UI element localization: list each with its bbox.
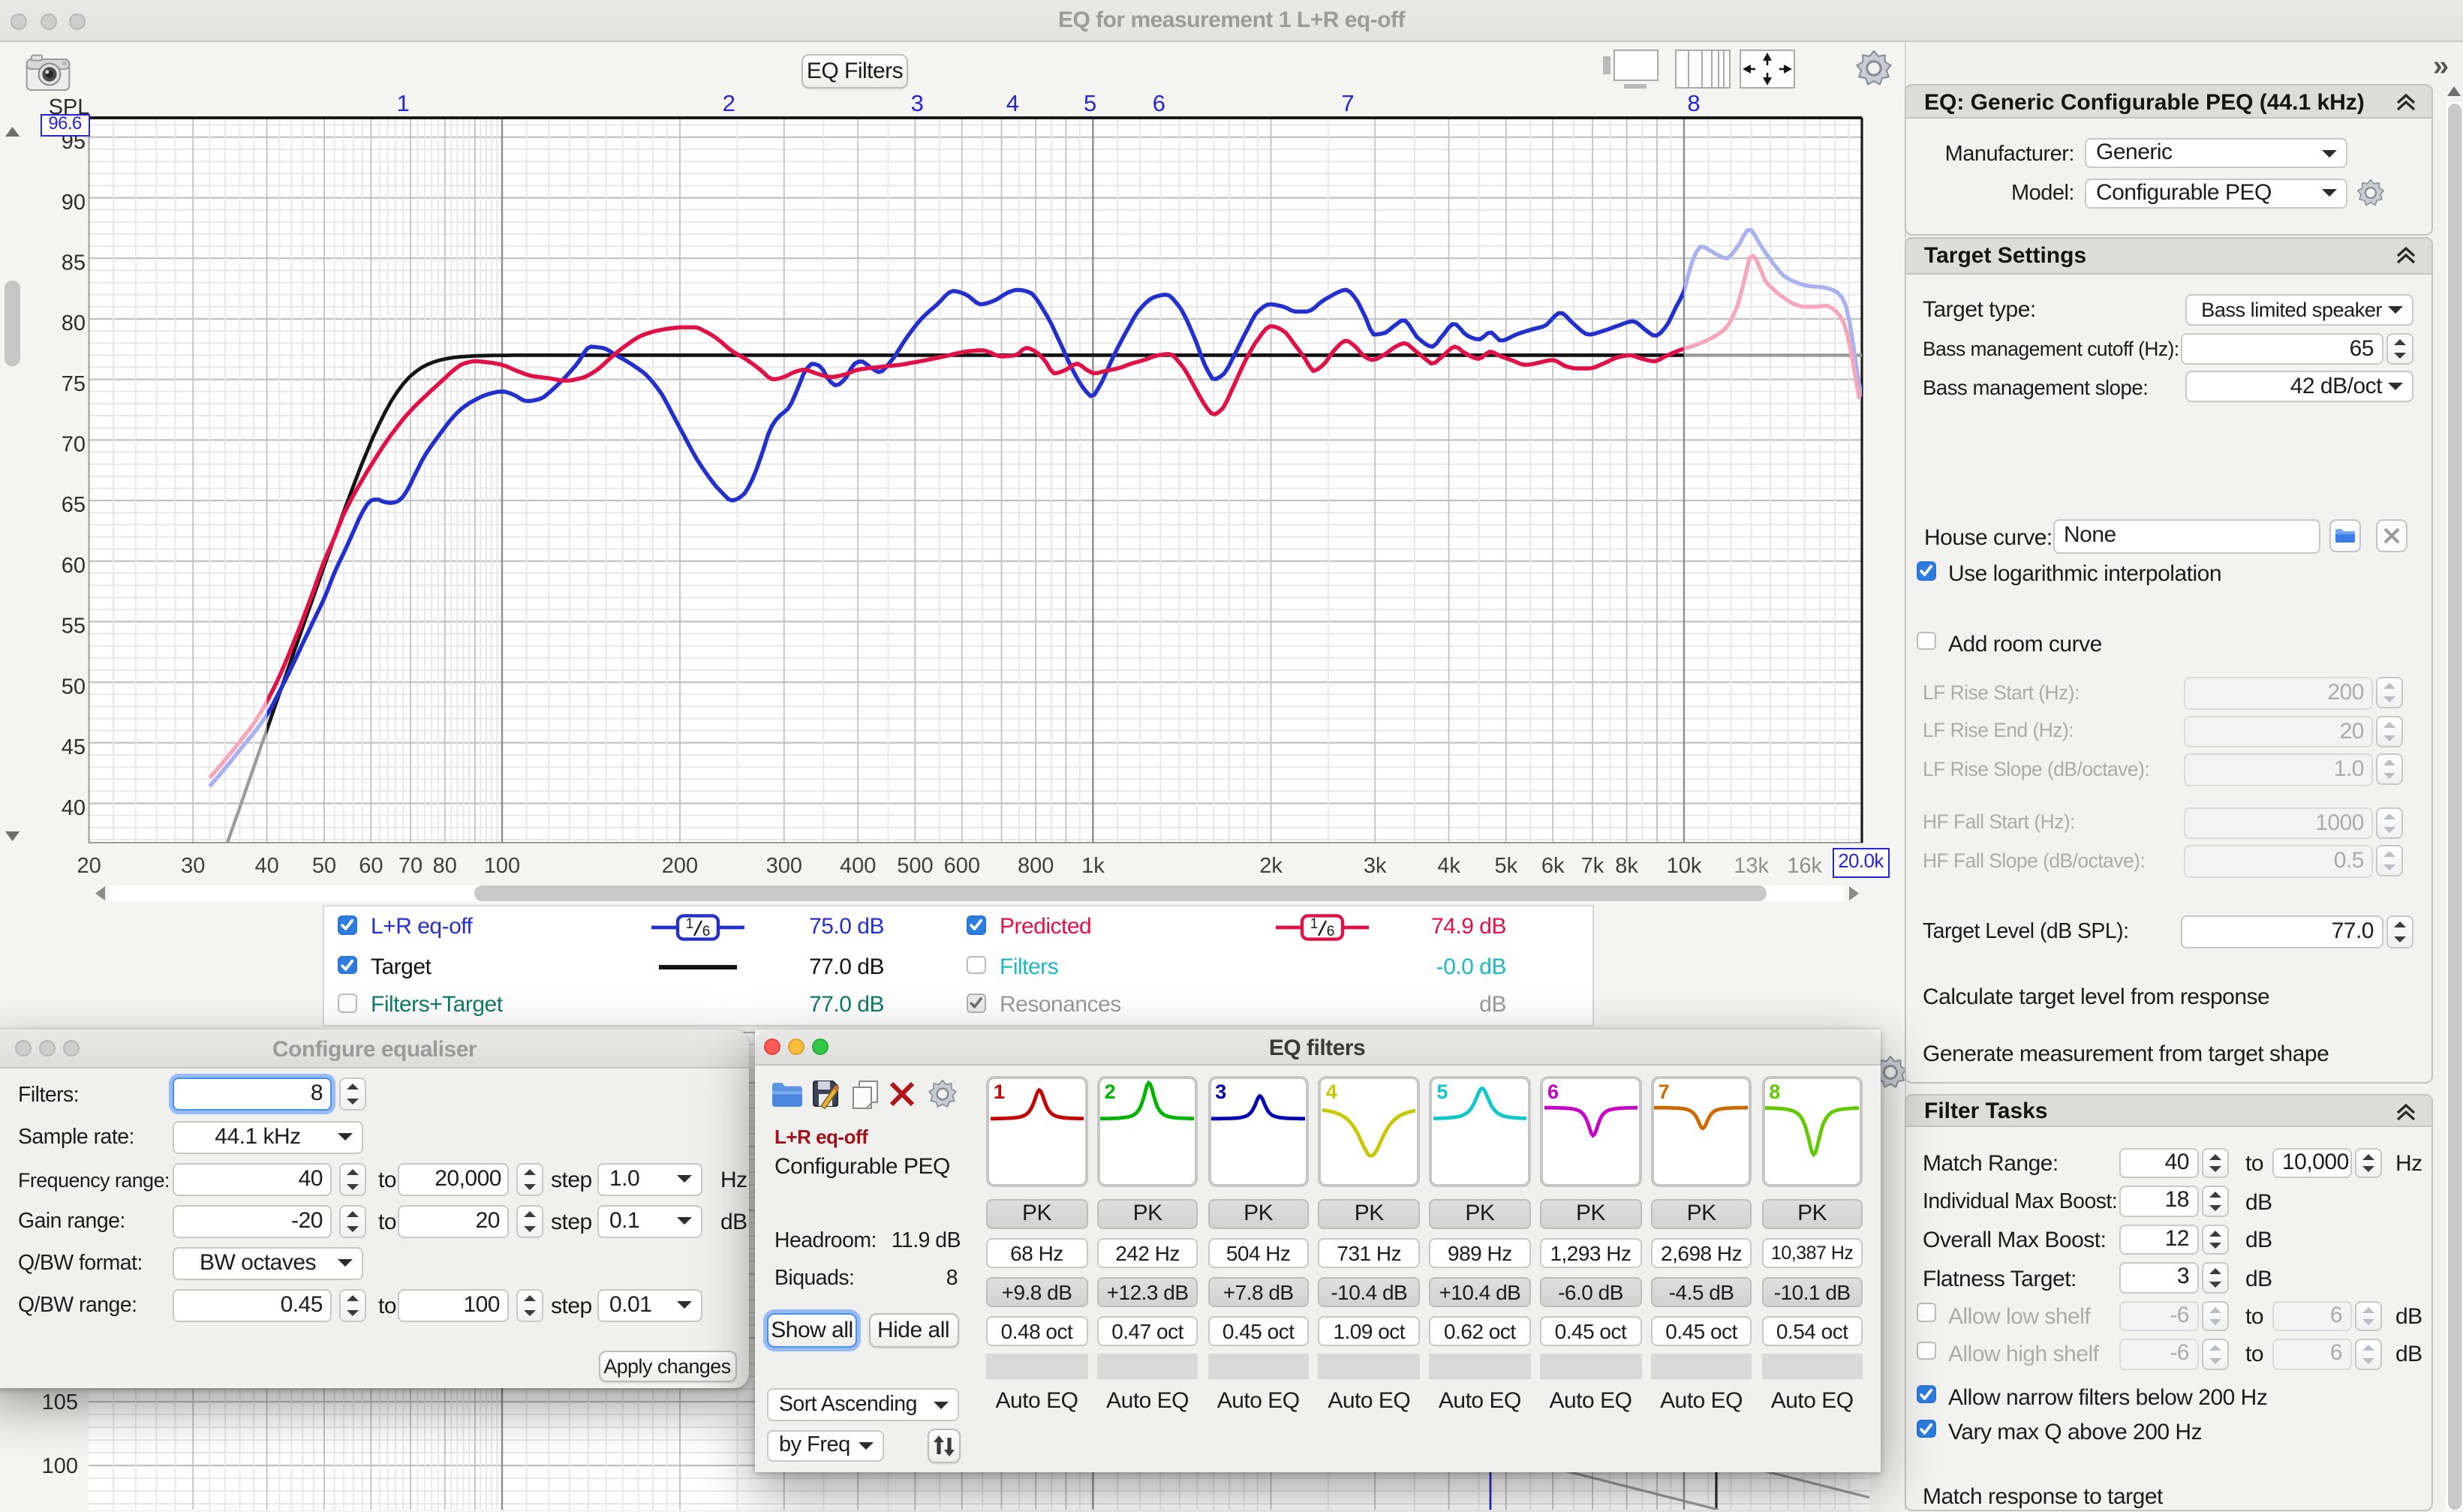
svg-text:55: 55 (62, 615, 86, 639)
svg-text:200: 200 (662, 854, 698, 878)
svg-text:85: 85 (62, 251, 86, 275)
svg-text:16k: 16k (1787, 854, 1822, 878)
svg-text:800: 800 (1018, 854, 1054, 878)
svg-text:7k: 7k (1581, 854, 1604, 878)
svg-text:10k: 10k (1667, 854, 1702, 878)
svg-text:1: 1 (397, 90, 410, 116)
svg-text:8k: 8k (1615, 854, 1638, 878)
svg-text:70: 70 (62, 433, 86, 457)
svg-text:3: 3 (911, 90, 924, 116)
svg-text:500: 500 (897, 854, 933, 878)
svg-text:4k: 4k (1437, 854, 1460, 878)
svg-text:105: 105 (42, 1390, 78, 1414)
svg-text:65: 65 (62, 493, 86, 517)
svg-text:100: 100 (484, 854, 520, 878)
svg-text:7: 7 (1341, 90, 1354, 116)
svg-text:70: 70 (398, 854, 423, 878)
svg-text:600: 600 (944, 854, 980, 878)
svg-text:6k: 6k (1541, 854, 1565, 878)
svg-text:30: 30 (181, 854, 205, 878)
svg-text:45: 45 (62, 735, 86, 759)
svg-text:4: 4 (1006, 90, 1019, 116)
svg-text:8: 8 (1687, 90, 1700, 116)
svg-text:1: 1 (1310, 915, 1319, 931)
svg-text:6: 6 (702, 923, 711, 939)
svg-text:5k: 5k (1494, 854, 1517, 878)
svg-text:50: 50 (62, 675, 86, 699)
svg-text:50: 50 (312, 854, 336, 878)
svg-text:80: 80 (62, 311, 86, 335)
svg-text:300: 300 (766, 854, 802, 878)
svg-text:60: 60 (359, 854, 383, 878)
svg-text:1k: 1k (1081, 854, 1105, 878)
svg-text:6: 6 (1153, 90, 1165, 116)
svg-text:6: 6 (1327, 923, 1335, 939)
svg-text:1: 1 (686, 915, 694, 931)
svg-text:400: 400 (840, 854, 876, 878)
svg-text:60: 60 (62, 554, 86, 578)
svg-text:20: 20 (77, 854, 101, 878)
svg-text:40: 40 (62, 796, 86, 820)
svg-text:80: 80 (433, 854, 457, 878)
svg-text:2k: 2k (1259, 854, 1283, 878)
svg-text:75: 75 (62, 372, 86, 396)
svg-text:90: 90 (62, 191, 86, 215)
svg-text:3k: 3k (1364, 854, 1387, 878)
svg-text:40: 40 (254, 854, 278, 878)
svg-text:100: 100 (42, 1454, 78, 1478)
svg-text:5: 5 (1084, 90, 1096, 116)
svg-text:13k: 13k (1734, 854, 1769, 878)
svg-text:2: 2 (723, 90, 735, 116)
